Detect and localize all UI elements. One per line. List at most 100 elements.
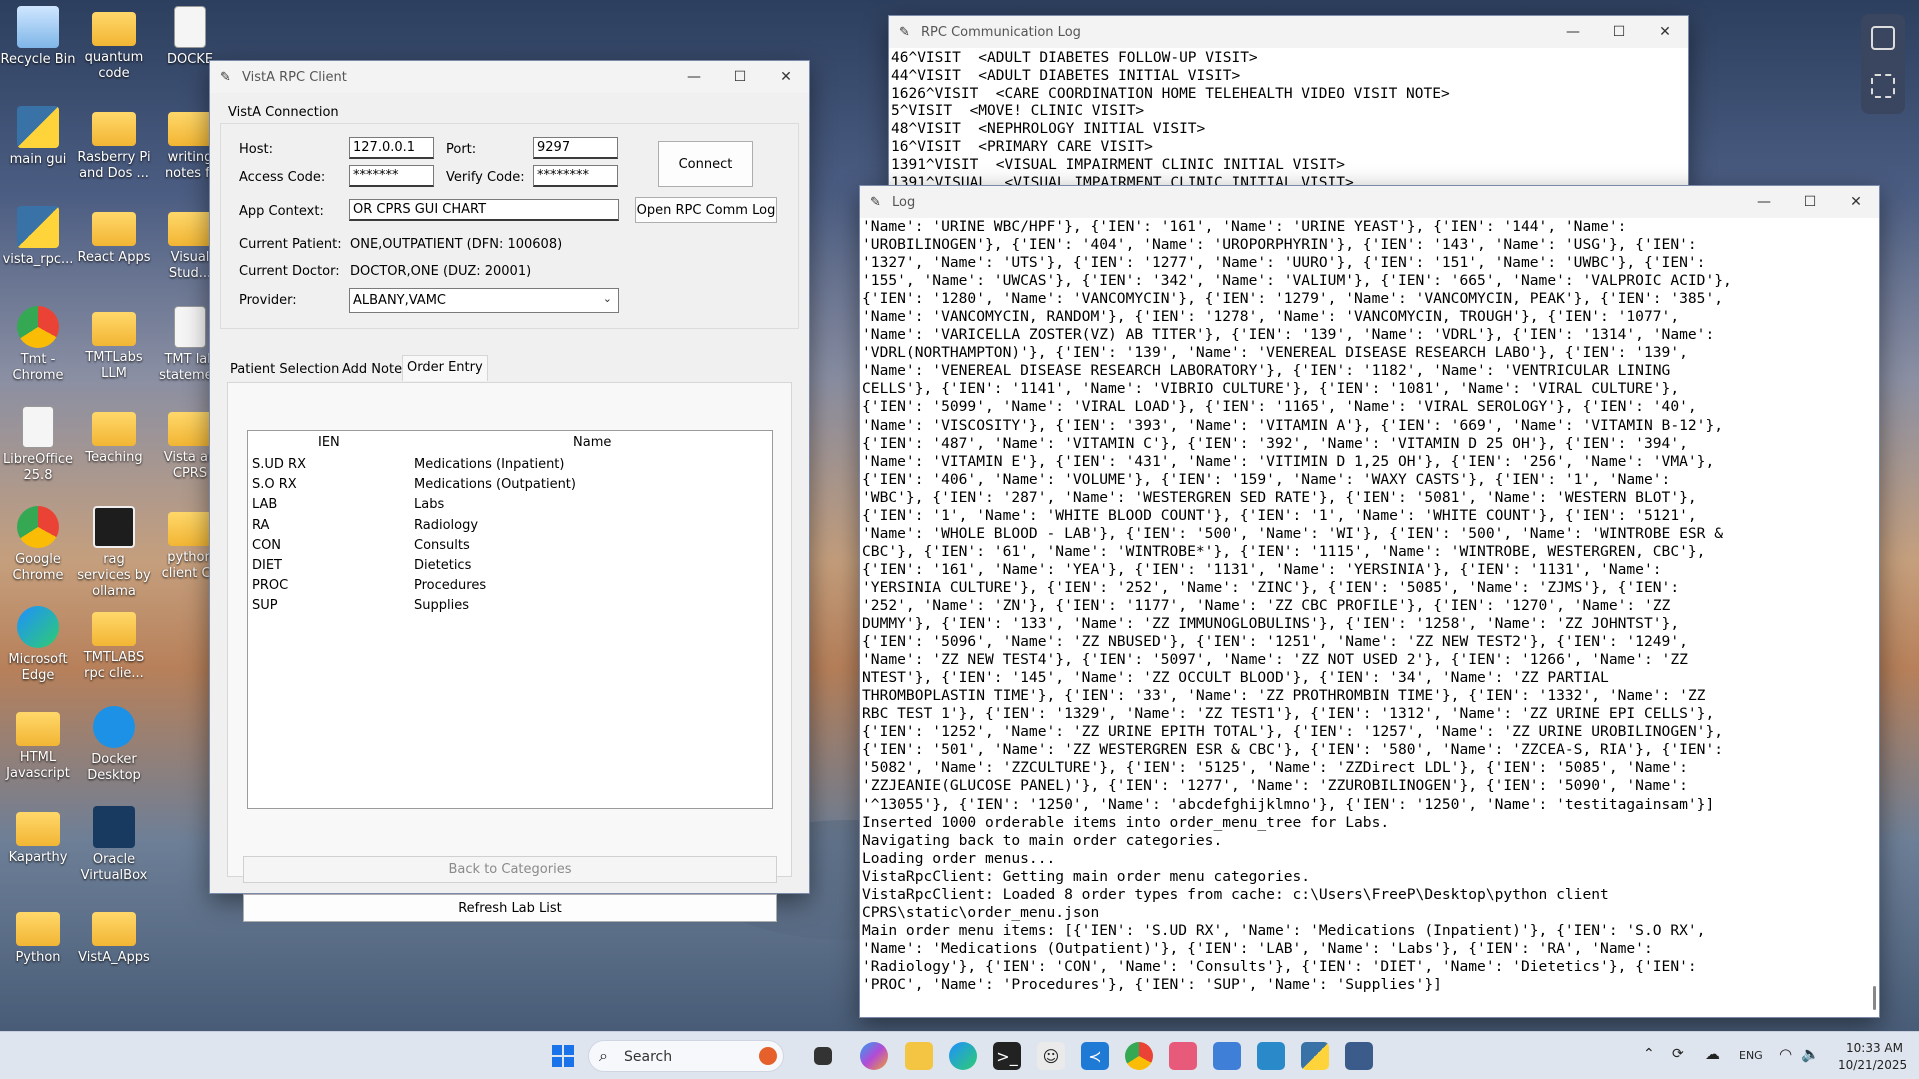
- refresh-lab-list-button[interactable]: Refresh Lab List: [243, 894, 777, 922]
- chevron-up-icon[interactable]: ⌃: [1643, 1046, 1655, 1062]
- table-row[interactable]: S.O RX Medications (Outpatient): [248, 477, 772, 497]
- desktop-icon[interactable]: vista_rpc...: [0, 206, 76, 268]
- maximize-icon[interactable]: ☐: [717, 61, 763, 93]
- wifi-icon[interactable]: ◠: [1779, 1045, 1792, 1063]
- maximize-icon[interactable]: ☐: [1787, 186, 1833, 218]
- back-to-categories-button[interactable]: Back to Categories: [243, 856, 777, 883]
- log-text-area[interactable]: 'Name': 'URINE WBC/HPF'}, {'IEN': '161',…: [860, 218, 1879, 1017]
- log-titlebar[interactable]: ✎ Log — ☐ ✕: [860, 186, 1879, 218]
- host-input[interactable]: 127.0.0.1: [349, 137, 434, 159]
- desktop-icon[interactable]: HTML Javascript: [0, 706, 76, 782]
- table-row[interactable]: SUP Supplies: [248, 598, 772, 618]
- desktop-icon-label: Kaparthy: [8, 850, 68, 865]
- log-line: 'Name': 'URINE WBC/HPF'}, {'IEN': '161',…: [862, 218, 1627, 235]
- clock-time[interactable]: 10:33 AM: [1846, 1041, 1903, 1055]
- vista-titlebar[interactable]: ✎ VistA RPC Client — ☐ ✕: [210, 61, 809, 93]
- table-row[interactable]: LAB Labs: [248, 497, 772, 517]
- desktop-icon[interactable]: Python: [0, 906, 76, 966]
- log-line: {'IEN': '1280', 'Name': 'VANCOMYCIN'}, {…: [862, 290, 1724, 308]
- close-icon[interactable]: ✕: [1642, 16, 1688, 48]
- access-code-input[interactable]: *******: [349, 165, 434, 187]
- vscode-icon[interactable]: ≺: [1081, 1042, 1109, 1070]
- log-scrollbar[interactable]: [1869, 219, 1877, 1016]
- notepad-icon[interactable]: [1213, 1042, 1241, 1070]
- rpc-log-text[interactable]: 46^VISIT <ADULT DIABETES FOLLOW-UP VISIT…: [889, 48, 1688, 185]
- file-explorer-icon[interactable]: [905, 1042, 933, 1070]
- log-line: {'IEN': '5096', 'Name': 'ZZ NBUSED'}, {'…: [862, 633, 1688, 651]
- table-row[interactable]: PROC Procedures: [248, 578, 772, 598]
- table-row[interactable]: CON Consults: [248, 538, 772, 558]
- visual-studio-icon[interactable]: [1257, 1042, 1285, 1070]
- log-line: CELLS'}, {'IEN': '1141', 'Name': 'VIBRIO…: [862, 380, 1680, 398]
- row-ien: RA: [252, 517, 270, 533]
- maximize-icon[interactable]: ☐: [1596, 16, 1642, 48]
- desktop-icon[interactable]: LibreOffice 25.8: [0, 406, 76, 484]
- feather-app-icon[interactable]: [1345, 1042, 1373, 1070]
- app-icon[interactable]: ☺: [1037, 1042, 1065, 1070]
- task-view-icon[interactable]: [814, 1047, 832, 1065]
- provider-select[interactable]: ALBANY,VAMC ⌄: [349, 288, 619, 313]
- minimize-icon[interactable]: —: [671, 61, 717, 93]
- volume-icon[interactable]: 🔈: [1801, 1045, 1820, 1063]
- desktop-icon[interactable]: Docker Desktop: [76, 706, 152, 784]
- desktop-icon-label: VistA_Apps: [78, 950, 150, 965]
- close-icon[interactable]: ✕: [1833, 186, 1879, 218]
- desktop-icon[interactable]: main gui: [0, 106, 76, 168]
- language-indicator[interactable]: ENG: [1739, 1049, 1763, 1062]
- desktop-icon[interactable]: Recycle Bin: [0, 6, 76, 68]
- tab-patient-selection[interactable]: Patient Selection: [227, 359, 342, 380]
- snipping-tool-icon[interactable]: [1169, 1042, 1197, 1070]
- python-taskbar-icon[interactable]: [1301, 1042, 1329, 1070]
- desktop-icon[interactable]: rag services by ollama: [76, 506, 152, 600]
- close-icon[interactable]: ✕: [763, 61, 809, 93]
- order-categories-table[interactable]: IEN Name S.UD RX Medications (Inpatient) S…: [247, 430, 773, 809]
- app-context-input[interactable]: OR CPRS GUI CHART: [349, 199, 619, 221]
- taskbar-search[interactable]: ⌕ Search: [588, 1040, 784, 1072]
- folder-icon: [16, 712, 60, 746]
- desktop-icon[interactable]: React Apps: [76, 206, 152, 266]
- log-line: {'IEN': '487', 'Name': 'VITAMIN C'}, {'I…: [862, 434, 1688, 452]
- desktop-icon[interactable]: quantum code: [76, 6, 152, 82]
- desktop-icon[interactable]: Oracle VirtualBox: [76, 806, 152, 884]
- minimize-icon[interactable]: —: [1741, 186, 1787, 218]
- desktop-icon[interactable]: Kaparthy: [0, 806, 76, 866]
- cloud-icon[interactable]: ☁: [1705, 1045, 1720, 1063]
- screenshot-icon[interactable]: [1871, 26, 1895, 50]
- desktop-icon[interactable]: TMTLABS rpc clie...: [76, 606, 152, 682]
- desktop-icon[interactable]: Microsoft Edge: [0, 606, 76, 684]
- sync-icon[interactable]: ⟳: [1672, 1046, 1684, 1062]
- desktop-icon[interactable]: DOCKE: [152, 6, 228, 68]
- feather-icon: ✎: [220, 70, 231, 85]
- desktop-icon[interactable]: TMTLabs LLM: [76, 306, 152, 382]
- open-rpc-comm-log-button[interactable]: Open RPC Comm Log: [635, 197, 777, 223]
- rpc-log-titlebar[interactable]: ✎ RPC Communication Log — ☐ ✕: [889, 16, 1688, 48]
- tab-order-entry[interactable]: Order Entry: [402, 355, 488, 381]
- desktop-icon[interactable]: VistA_Apps: [76, 906, 152, 966]
- capture-region-icon[interactable]: [1871, 74, 1895, 98]
- log-line: '^13055'}, {'IEN': '1250', 'Name': 'abcd…: [862, 795, 1715, 813]
- minimize-icon[interactable]: —: [1550, 16, 1596, 48]
- python-file-icon: [17, 106, 59, 148]
- connect-button[interactable]: Connect: [658, 141, 753, 187]
- clock-date[interactable]: 10/21/2025: [1838, 1058, 1907, 1072]
- scrollbar-thumb[interactable]: [1873, 986, 1876, 1010]
- row-name: Dietetics: [414, 557, 472, 573]
- chrome-icon[interactable]: [1125, 1042, 1153, 1070]
- header-name[interactable]: Name: [573, 435, 611, 450]
- desktop-icon[interactable]: Google Chrome: [0, 506, 76, 584]
- tab-add-note[interactable]: Add Note: [339, 359, 405, 380]
- table-row[interactable]: DIET Dietetics: [248, 558, 772, 578]
- folder-icon: [92, 212, 136, 246]
- port-input[interactable]: 9297: [533, 137, 618, 159]
- verify-code-input[interactable]: ********: [533, 165, 618, 187]
- desktop-icon[interactable]: Teaching: [76, 406, 152, 466]
- copilot-icon[interactable]: [860, 1042, 888, 1070]
- start-icon[interactable]: [549, 1042, 577, 1070]
- desktop-icon[interactable]: Tmt - Chrome: [0, 306, 76, 384]
- header-ien[interactable]: IEN: [318, 435, 340, 450]
- desktop-icon[interactable]: Rasberry Pi and Dos ...: [76, 106, 152, 182]
- table-row[interactable]: RA Radiology: [248, 518, 772, 538]
- terminal-icon[interactable]: >_: [993, 1042, 1021, 1070]
- edge-icon[interactable]: [949, 1042, 977, 1070]
- table-row[interactable]: S.UD RX Medications (Inpatient): [248, 457, 772, 477]
